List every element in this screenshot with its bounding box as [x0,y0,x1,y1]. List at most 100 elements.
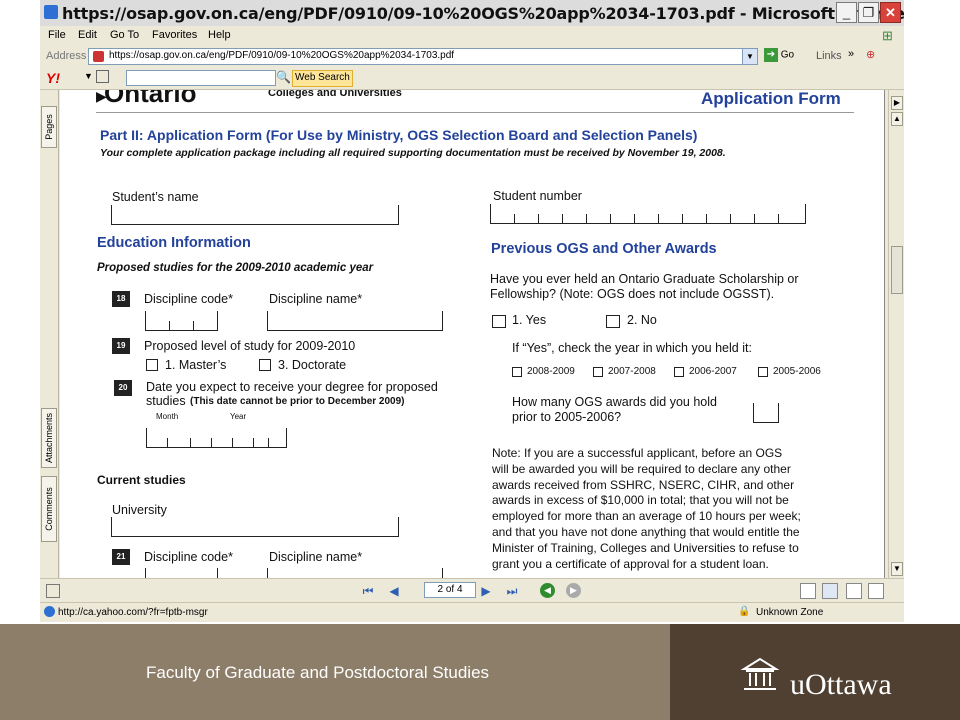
ogs-count-field[interactable] [753,403,779,423]
pdf-icon [93,51,104,62]
address-label: Address [46,50,87,62]
title-bar[interactable]: https://osap.gov.on.ca/eng/PDF/0910/09-1… [40,0,904,27]
status-url: http://ca.yahoo.com/?fr=fptb-msgr [58,607,208,618]
first-page-icon[interactable]: ⏮ [360,583,376,599]
question-20-badge: 20 [114,380,132,396]
go-arrow-icon: ➔ [764,48,778,62]
go-label: Go [780,49,795,61]
status-bar: http://ca.yahoo.com/?fr=fptb-msgr 🔒 Unkn… [40,602,904,622]
date-divider [232,438,233,448]
address-input[interactable]: https://osap.gov.on.ca/eng/PDF/0910/09-1… [88,48,758,65]
current-studies-heading: Current studies [97,473,186,487]
deadline-note: Your complete application package includ… [100,147,726,159]
page-number-input[interactable]: 2 of 4 [424,582,476,598]
proposed-studies-heading: Proposed studies for the 2009-2010 acade… [97,262,374,274]
student-number-divider [682,214,683,224]
web-search-button[interactable]: Web Search [292,70,353,87]
close-button[interactable]: ✕ [880,2,901,23]
facing-view-icon[interactable] [846,583,862,599]
student-number-divider [586,214,587,224]
student-number-divider [706,214,707,224]
doctorate-label: 3. Doctorate [278,358,347,372]
question-21-badge: 21 [112,549,130,565]
note-line: awards received from SSHRC, NSERC, CIHR,… [492,477,795,492]
year-2006-checkbox[interactable] [674,367,684,377]
menu-bar: File Edit Go To Favorites Help ⊞ [40,26,904,46]
panel-toggle-icon[interactable] [46,584,60,598]
continuous-view-icon[interactable] [822,583,838,599]
vertical-scrollbar[interactable]: ▶ ▲ ▼ [888,90,904,578]
ontario-trillium-icon: ▶ [96,90,107,104]
student-number-divider [514,214,515,224]
students-name-field[interactable] [111,205,399,225]
yahoo-toolbar: Y! ▼ 🔍 Web Search [40,68,904,90]
no-checkbox[interactable] [606,315,620,328]
menu-goto[interactable]: Go To [110,29,139,41]
university-field[interactable] [111,517,399,537]
form-title: Application Form [701,90,841,108]
search-icon[interactable]: 🔍 [276,70,291,84]
continuous-facing-view-icon[interactable] [868,583,884,599]
year-2007-checkbox[interactable] [593,367,603,377]
discipline-name-field[interactable] [267,311,443,331]
month-label: Month [156,412,179,421]
student-number-divider [658,214,659,224]
discipline-code-field[interactable] [145,311,218,331]
tab-comments[interactable]: Comments [41,476,57,542]
back-view-icon[interactable]: ◀ [540,583,555,598]
forward-view-icon[interactable]: ▶ [566,583,581,598]
if-yes-label: If “Yes”, check the year in which you he… [512,341,752,355]
yahoo-logo[interactable]: Y! [46,70,60,86]
masters-checkbox[interactable] [146,359,158,371]
single-page-view-icon[interactable] [800,583,816,599]
university-label: University [112,503,167,517]
address-dropdown-icon[interactable]: ▼ [742,49,757,64]
minimize-button[interactable]: _ [836,2,857,23]
windows-flag-icon: ⊞ [882,28,893,43]
toolbar-options-icon[interactable] [96,70,109,83]
studies-label: studies [146,394,186,408]
masters-label: 1. Master’s [165,358,227,372]
yes-checkbox[interactable] [492,315,506,328]
date-divider [253,438,254,448]
ontario-logo-text: Ontario [104,90,197,108]
education-heading: Education Information [97,235,251,251]
uottawa-logo-text: uOttawa [790,668,892,701]
maximize-button[interactable]: ❐ [858,2,879,23]
note-line: grant you a certificate of approval for … [492,556,769,571]
year-2005-checkbox[interactable] [758,367,768,377]
chevron-right-icon[interactable]: » [848,48,854,60]
discipline-code-label: Discipline code* [144,292,233,306]
year-2008-checkbox[interactable] [512,367,522,377]
doctorate-checkbox[interactable] [259,359,271,371]
menu-favorites[interactable]: Favorites [152,29,197,41]
toolbar-extra-icon[interactable]: ⊕ [866,48,875,61]
footer-faculty-text: Faculty of Graduate and Postdoctoral Stu… [146,663,490,682]
current-discipline-name-field[interactable] [267,568,443,578]
no-label: 2. No [627,313,657,327]
code-divider [169,321,170,331]
pdf-document-view[interactable]: Ontario ▶ Colleges and Universities Appl… [60,90,885,578]
previous-page-icon[interactable]: ◀ [386,583,402,599]
scroll-up-icon[interactable]: ▲ [891,112,903,126]
yahoo-search-input[interactable] [126,70,276,86]
chevron-down-icon[interactable]: ▼ [84,71,93,81]
menu-help[interactable]: Help [208,29,231,41]
links-label[interactable]: Links [816,50,842,62]
go-button[interactable]: ➔ Go [764,48,794,62]
year-2008-label: 2008-2009 [527,366,575,377]
note-line: employed for more than an average of 10 … [492,509,801,524]
next-page-icon[interactable]: ▶ [478,583,494,599]
tab-pages[interactable]: Pages [41,106,57,148]
scroll-thumb[interactable] [891,246,903,294]
menu-edit[interactable]: Edit [78,29,97,41]
window-title: https://osap.gov.on.ca/eng/PDF/0910/09-1… [62,4,904,23]
menu-file[interactable]: File [48,29,66,41]
question-19-badge: 19 [112,338,130,354]
current-discipline-code-field[interactable] [145,568,218,578]
tab-attachments[interactable]: Attachments [41,408,57,468]
ministry-subtitle: Colleges and Universities [268,90,402,99]
scroll-down-icon[interactable]: ▼ [891,562,903,576]
last-page-icon[interactable]: ⏭ [504,583,520,599]
scroll-right-icon[interactable]: ▶ [891,96,903,110]
